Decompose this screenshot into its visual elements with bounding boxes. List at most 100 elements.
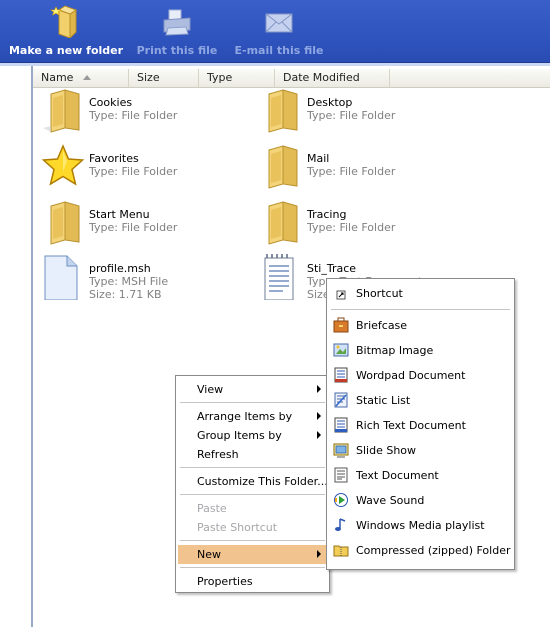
column-size[interactable]: Size bbox=[129, 69, 199, 87]
wave-sound-icon bbox=[334, 493, 348, 507]
file-name: Favorites bbox=[89, 152, 139, 165]
media-playlist-icon bbox=[335, 518, 346, 531]
file-item-tracing[interactable]: Tracing Type: File Folder bbox=[257, 198, 467, 250]
task-toolbar: Make a new folder Print this file E-mail… bbox=[0, 0, 550, 63]
new-text-document[interactable]: Text Document bbox=[329, 463, 512, 488]
text-document-icon bbox=[334, 467, 348, 483]
bitmap-icon bbox=[333, 343, 349, 357]
submenu-arrow-icon bbox=[317, 431, 321, 439]
menu-item-new[interactable]: New bbox=[178, 545, 327, 564]
menu-item-properties[interactable]: Properties bbox=[178, 572, 327, 591]
new-windows-media-playlist[interactable]: Windows Media playlist bbox=[329, 513, 512, 538]
menu-separator bbox=[180, 494, 325, 495]
email-envelope-icon bbox=[265, 13, 293, 33]
new-wave-sound[interactable]: Wave Sound bbox=[329, 488, 512, 513]
menu-separator bbox=[180, 567, 325, 568]
submenu-arrow-icon bbox=[317, 385, 321, 393]
file-name: Start Menu bbox=[89, 208, 150, 221]
static-list-icon bbox=[334, 392, 348, 408]
file-size: Size: 1.71 KB bbox=[89, 288, 162, 301]
new-bitmap-image[interactable]: Bitmap Image bbox=[329, 338, 512, 363]
file-name: Cookies bbox=[89, 96, 133, 109]
slide-show-icon bbox=[333, 443, 349, 458]
new-folder-icon bbox=[50, 5, 78, 38]
column-size-label: Size bbox=[137, 71, 160, 84]
file-item-desktop[interactable]: Desktop Type: File Folder bbox=[257, 86, 467, 138]
new-rich-text-label: Rich Text Document bbox=[356, 419, 466, 432]
context-menu: View Arrange Items by Group Items by Ref… bbox=[175, 375, 330, 593]
new-text-label: Text Document bbox=[356, 469, 439, 482]
print-file-button[interactable]: Print this file bbox=[134, 0, 220, 62]
column-name[interactable]: Name bbox=[33, 69, 129, 87]
submenu-arrow-icon bbox=[317, 550, 321, 558]
new-briefcase-label: Briefcase bbox=[356, 319, 408, 332]
menu-separator bbox=[180, 540, 325, 541]
menu-item-customize-folder[interactable]: Customize This Folder... bbox=[178, 472, 328, 491]
menu-separator bbox=[180, 402, 325, 403]
file-name: Mail bbox=[307, 152, 330, 165]
column-date-modified[interactable]: Date Modified bbox=[275, 69, 390, 87]
menu-item-paste-shortcut-label: Paste Shortcut bbox=[197, 521, 278, 534]
file-type: Type: File Folder bbox=[89, 109, 178, 122]
file-name: profile.msh bbox=[89, 262, 151, 275]
file-type: Type: File Folder bbox=[307, 221, 396, 234]
new-slide-show[interactable]: Slide Show bbox=[329, 438, 512, 463]
new-wmp-label: Windows Media playlist bbox=[356, 519, 485, 532]
menu-item-paste-shortcut: Paste Shortcut bbox=[178, 518, 327, 537]
menu-item-view[interactable]: View bbox=[178, 380, 327, 399]
new-compressed-folder[interactable]: Compressed (zipped) Folder bbox=[329, 538, 512, 563]
new-static-list[interactable]: Static List bbox=[329, 388, 512, 413]
menu-item-paste: Paste bbox=[178, 499, 327, 518]
menu-item-customize-label: Customize This Folder... bbox=[197, 475, 328, 488]
folder-icon bbox=[268, 145, 298, 189]
folder-icon bbox=[43, 89, 80, 133]
submenu-arrow-icon bbox=[317, 412, 321, 420]
file-name: Sti_Trace bbox=[307, 262, 357, 275]
new-wordpad-document[interactable]: Wordpad Document bbox=[329, 363, 512, 388]
document-icon bbox=[44, 255, 78, 300]
print-file-label: Print this file bbox=[136, 44, 218, 57]
file-item-cookies[interactable]: Cookies Type: File Folder bbox=[39, 86, 249, 138]
folder-icon bbox=[268, 201, 298, 245]
new-slide-show-label: Slide Show bbox=[356, 444, 417, 457]
file-item-favorites[interactable]: Favorites Type: File Folder bbox=[39, 142, 249, 194]
file-type: Type: File Folder bbox=[307, 109, 396, 122]
printer-icon bbox=[163, 9, 191, 36]
new-zip-label: Compressed (zipped) Folder bbox=[356, 544, 511, 557]
column-name-label: Name bbox=[41, 71, 74, 84]
file-type: Type: File Folder bbox=[307, 165, 396, 178]
menu-item-paste-label: Paste bbox=[197, 502, 227, 515]
new-rich-text-document[interactable]: Rich Text Document bbox=[329, 413, 512, 438]
zip-folder-icon bbox=[333, 545, 349, 557]
new-submenu: Shortcut Briefcase Bitmap Image Wordpad … bbox=[326, 278, 515, 570]
folder-icon bbox=[50, 201, 80, 245]
file-item-start-menu[interactable]: Start Menu Type: File Folder bbox=[39, 198, 249, 250]
menu-item-view-label: View bbox=[197, 383, 224, 396]
menu-item-group-label: Group Items by bbox=[197, 429, 282, 442]
file-name: Desktop bbox=[307, 96, 353, 109]
menu-item-refresh[interactable]: Refresh bbox=[178, 445, 327, 464]
menu-item-new-label: New bbox=[197, 548, 221, 561]
menu-item-arrange-items-by[interactable]: Arrange Items by bbox=[178, 407, 327, 426]
file-type: Type: File Folder bbox=[89, 165, 178, 178]
email-file-label: E-mail this file bbox=[234, 44, 324, 57]
new-briefcase[interactable]: Briefcase bbox=[329, 313, 512, 338]
make-new-folder-button[interactable]: Make a new folder bbox=[6, 0, 126, 62]
menu-item-refresh-label: Refresh bbox=[197, 448, 239, 461]
new-bitmap-label: Bitmap Image bbox=[356, 344, 434, 357]
shortcut-icon bbox=[336, 290, 346, 300]
menu-item-group-items-by[interactable]: Group Items by bbox=[178, 426, 327, 445]
menu-item-arrange-label: Arrange Items by bbox=[197, 410, 293, 423]
file-type: Type: MSH File bbox=[89, 275, 169, 288]
file-item-profile-msh[interactable]: profile.msh Type: MSH File Size: 1.71 KB bbox=[39, 252, 249, 304]
menu-item-properties-label: Properties bbox=[197, 575, 253, 588]
file-item-mail[interactable]: Mail Type: File Folder bbox=[257, 142, 467, 194]
email-file-button[interactable]: E-mail this file bbox=[234, 0, 324, 62]
menu-separator bbox=[180, 467, 325, 468]
new-shortcut[interactable]: Shortcut bbox=[329, 281, 512, 306]
star-icon bbox=[41, 144, 85, 186]
rich-text-icon bbox=[334, 417, 348, 433]
new-wave-label: Wave Sound bbox=[356, 494, 425, 507]
wordpad-icon bbox=[334, 367, 348, 383]
column-type[interactable]: Type bbox=[199, 69, 275, 87]
